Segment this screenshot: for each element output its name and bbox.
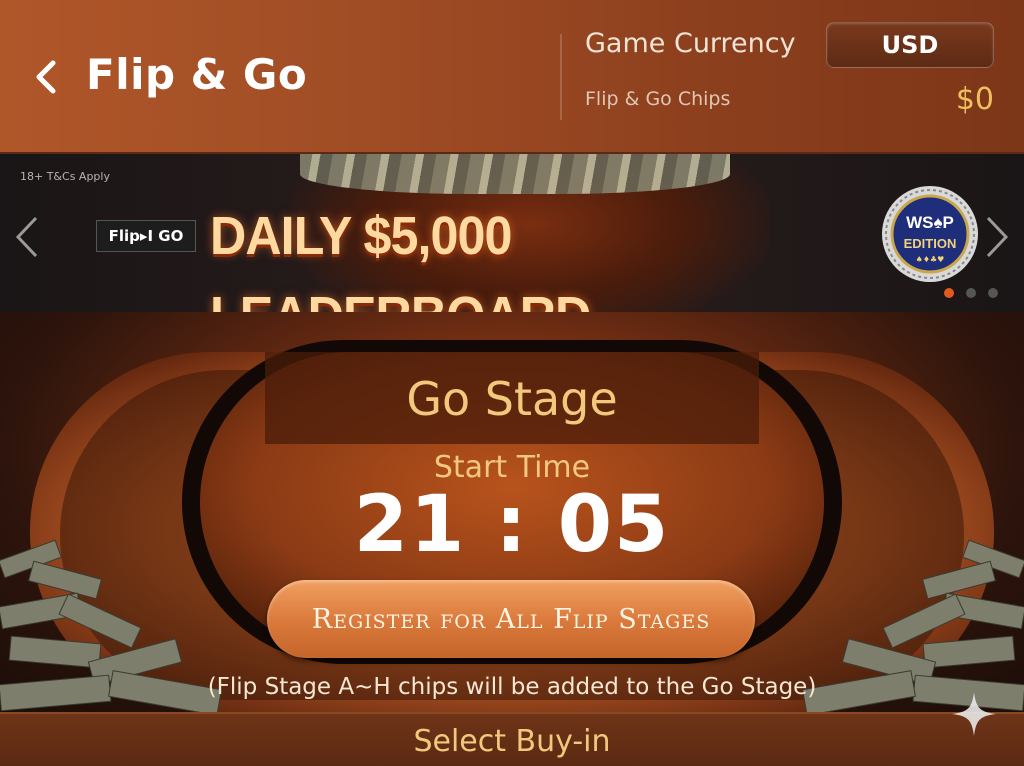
banner-headline: DAILY $5,000 LEADERBOARD [210,206,591,312]
register-note: (Flip Stage A~H chips will be added to t… [207,674,817,700]
promo-banner[interactable]: 18+ T&Cs Apply Flip▸I GO DAILY $5,000 LE… [0,152,1024,314]
carousel-dot-2[interactable] [966,288,976,298]
buy-in-bar[interactable]: Select Buy-in [0,712,1024,766]
badge-suits: ♠♦♣♥ [916,255,945,264]
flip-go-logo: Flip▸I GO [96,220,196,252]
back-button[interactable] [28,52,64,102]
banner-prev-button[interactable] [10,212,46,262]
select-buy-in-label: Select Buy-in [413,724,611,759]
header-divider [560,34,562,120]
page-title: Flip & Go [86,50,308,99]
top-header: Flip & Go Game Currency USD Flip & Go Ch… [0,0,1024,152]
currency-select-button[interactable]: USD [826,22,994,68]
game-currency-label: Game Currency [585,28,796,59]
start-time-value: 21 : 05 [353,480,671,570]
chevron-left-icon [15,216,38,258]
chips-balance: $0 [955,82,994,117]
carousel-dot-3[interactable] [988,288,998,298]
register-all-flip-stages-button[interactable]: Register for All Flip Stages [267,580,755,658]
banner-next-button[interactable] [978,212,1014,262]
wsop-edition-badge: WS♠P EDITION ♠♦♣♥ [882,186,978,282]
carousel-dots [944,288,998,298]
chevron-left-icon [36,60,56,94]
chevron-right-icon [986,216,1009,258]
go-stage-panel: Go Stage Start Time 21 : 05 Register for… [0,312,1024,712]
stage-title: Go Stage [406,372,618,426]
money-pile-image [300,154,730,194]
badge-edition: EDITION [904,236,957,251]
carousel-dot-1[interactable] [944,288,954,298]
sparkle-icon [952,692,996,736]
badge-title: WS♠P [906,213,954,232]
chips-label: Flip & Go Chips [585,88,731,110]
terms-text: 18+ T&Cs Apply [20,170,110,183]
